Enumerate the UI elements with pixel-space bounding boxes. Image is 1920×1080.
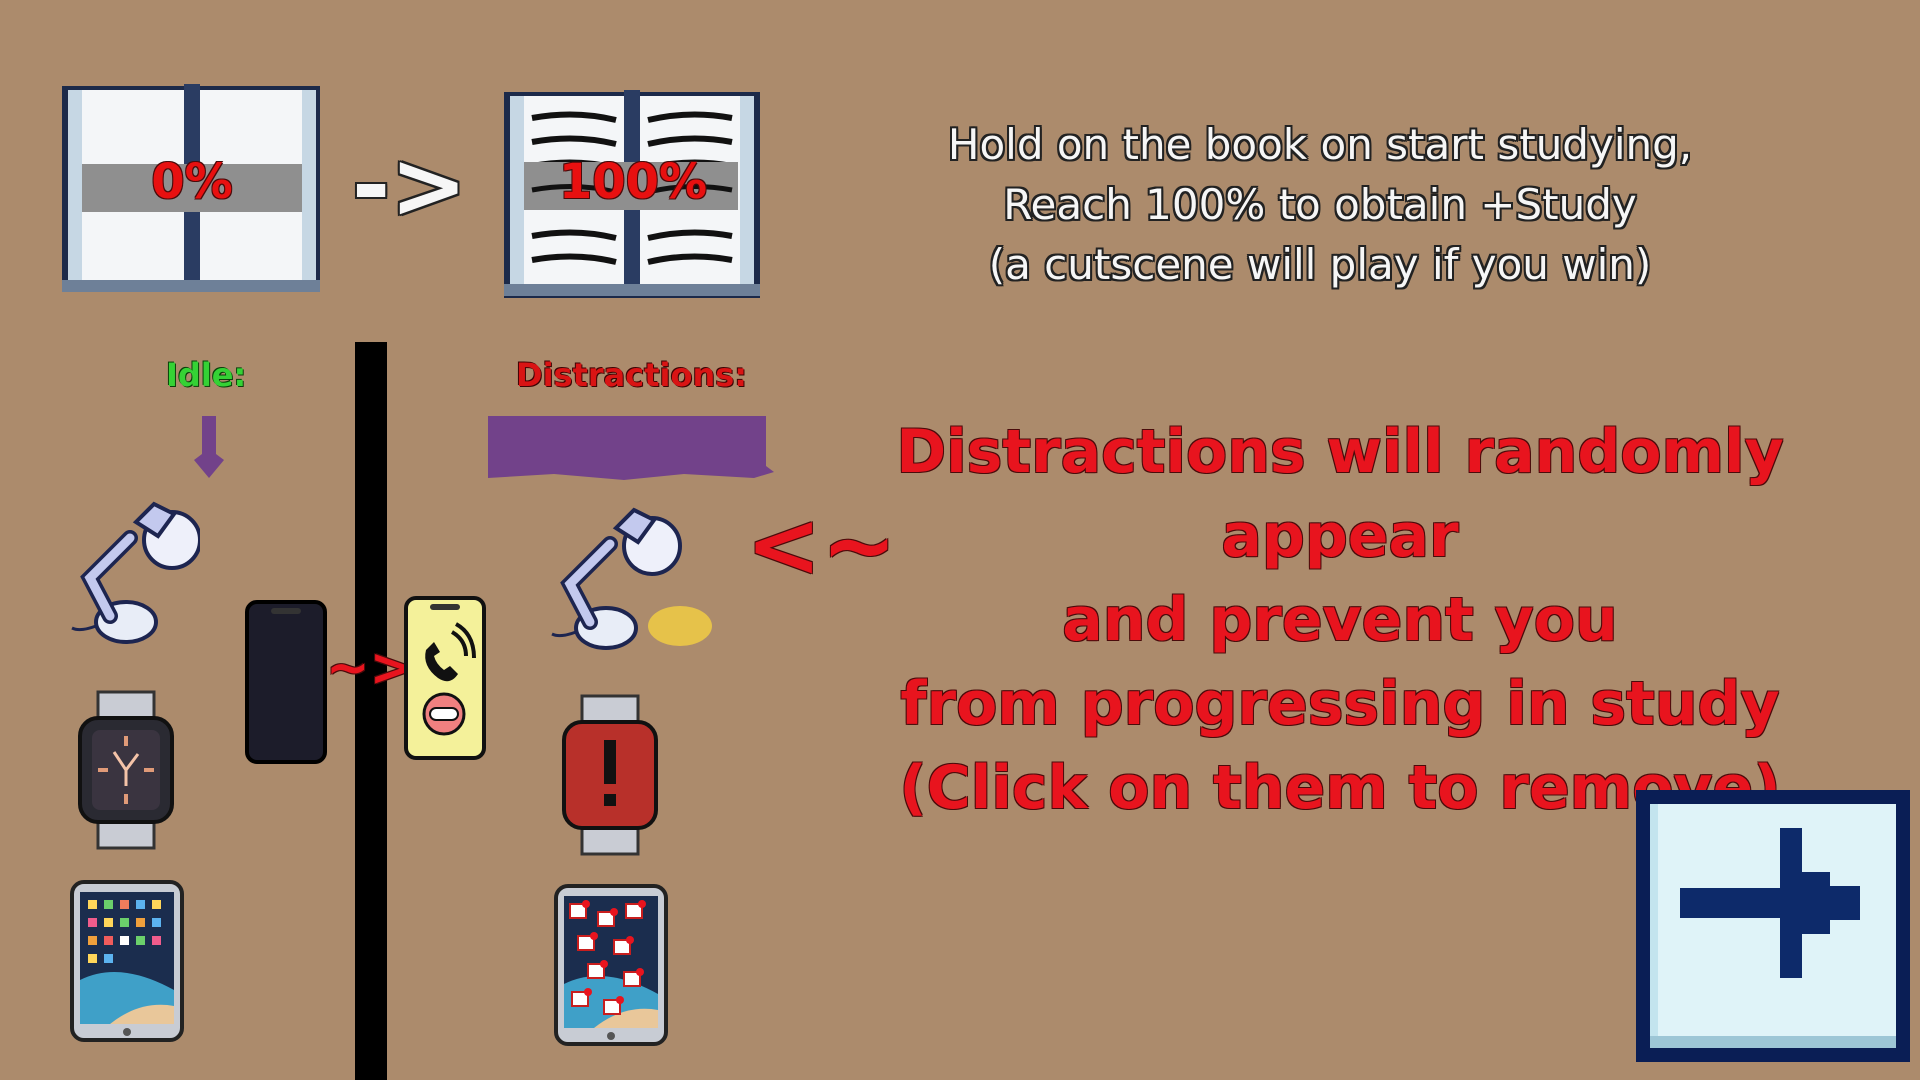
idle-label: Idle: <box>166 356 247 394</box>
instruction-line-3: (a cutscene will play if you win) <box>988 240 1652 289</box>
divider <box>355 342 387 1080</box>
next-button-face <box>1650 804 1896 1048</box>
progress-arrow: -> <box>352 132 468 239</box>
light-glow <box>648 606 712 646</box>
distraction-line-3: from progressing in study <box>900 669 1780 739</box>
lamp-on-icon[interactable] <box>550 492 720 652</box>
distraction-line-1: Distractions will randomly appear <box>896 417 1784 571</box>
instructions: Hold on the book on start studying, Reac… <box>880 115 1760 295</box>
phone-arrow: ~> <box>326 638 414 698</box>
instruction-line-2: Reach 100% to obtain +Study <box>1003 180 1637 229</box>
tablet-icon <box>70 880 184 1042</box>
distraction-line-2: and prevent you <box>1062 585 1618 655</box>
progress-start: 0% <box>151 154 233 210</box>
instruction-line-1: Hold on the book on start studying, <box>947 120 1693 169</box>
distraction-banner <box>488 416 774 480</box>
lamp-icon <box>71 501 200 644</box>
phone-ringing-icon[interactable] <box>404 596 486 760</box>
distraction-explanation: Distractions will randomly appear and pr… <box>790 410 1890 830</box>
smartwatch-icon <box>78 690 174 850</box>
arrow-down-icon <box>194 416 224 478</box>
progress-end: 100% <box>558 154 708 210</box>
tablet-notifications-icon[interactable] <box>554 884 668 1046</box>
smartwatch-alert-icon[interactable] <box>560 694 660 856</box>
tutorial-screen: 0% -> 100% Hold on the book on start stu… <box>0 0 1920 1080</box>
arrow-right-icon <box>1680 828 1860 978</box>
phone-icon <box>245 600 327 764</box>
next-button[interactable] <box>1636 790 1910 1062</box>
distractions-label: Distractions: <box>516 356 748 394</box>
